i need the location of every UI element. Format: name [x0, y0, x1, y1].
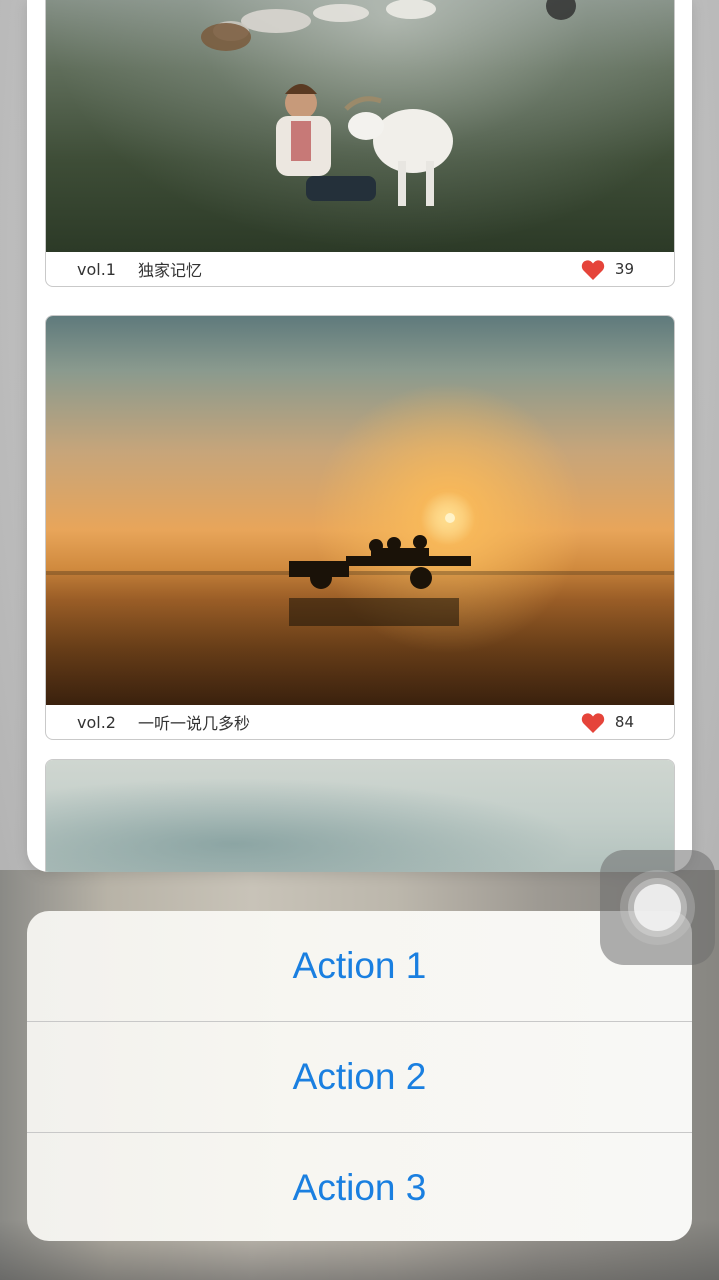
like-counter[interactable]: 84 — [581, 712, 634, 733]
like-counter[interactable]: 39 — [581, 259, 634, 280]
like-count: 39 — [614, 260, 634, 278]
assistive-touch-center — [634, 884, 681, 931]
cover-photo-meadow — [46, 0, 674, 252]
list-item[interactable] — [45, 759, 675, 872]
item-caption: vol.1 独家记忆 39 — [46, 252, 674, 286]
tractor-silhouette — [289, 535, 471, 626]
heart-icon — [581, 259, 605, 280]
list-item[interactable]: vol.2 一听一说几多秒 84 — [45, 315, 675, 740]
list-item[interactable]: vol.1 独家记忆 39 — [45, 0, 675, 287]
action-sheet: Action 1 Action 2 Action 3 — [27, 911, 692, 1241]
cover-photo-sunset — [46, 316, 674, 705]
item-title: 独家记忆 — [137, 261, 202, 280]
item-volume: vol.1 — [77, 259, 116, 279]
heart-icon — [581, 712, 605, 733]
peek-preview-panel: vol.1 独家记忆 39 vol.2 一听一说几多秒 84 — [27, 0, 692, 872]
cover-photo-clouds — [46, 760, 674, 872]
like-count: 84 — [614, 713, 634, 731]
item-caption: vol.2 一听一说几多秒 84 — [46, 705, 674, 739]
goats-illustration — [201, 0, 576, 206]
action-3-button[interactable]: Action 3 — [27, 1133, 692, 1241]
action-2-button[interactable]: Action 2 — [27, 1022, 692, 1133]
assistive-touch-icon[interactable] — [600, 850, 715, 965]
action-1-button[interactable]: Action 1 — [27, 911, 692, 1022]
item-volume: vol.2 — [77, 712, 116, 732]
item-title: 一听一说几多秒 — [137, 714, 250, 733]
